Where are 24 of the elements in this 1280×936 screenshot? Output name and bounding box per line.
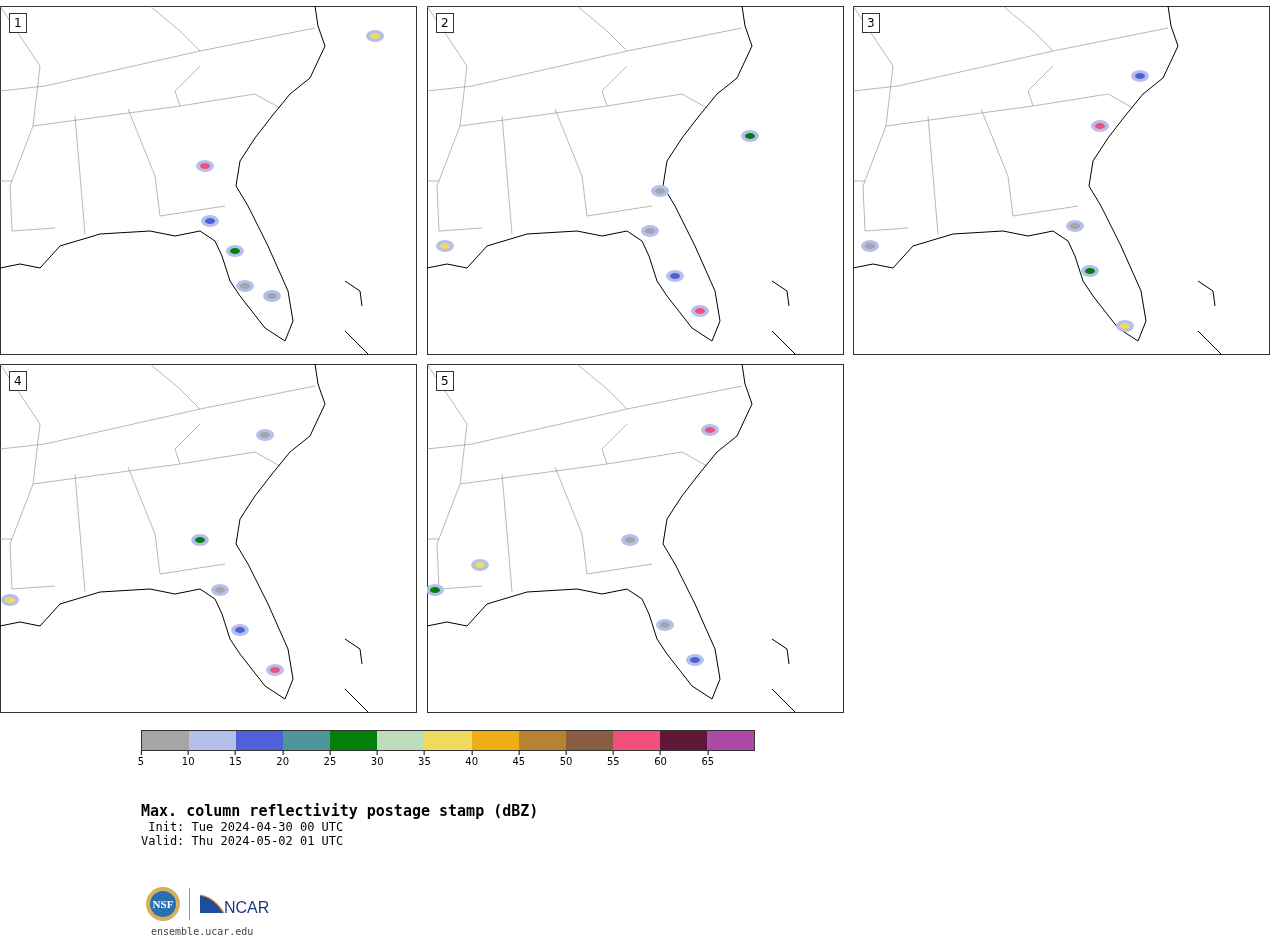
- tick-label: 15: [229, 751, 242, 768]
- tick-label: 25: [323, 751, 337, 768]
- nsf-logo: NSF: [145, 886, 181, 922]
- website-url: ensemble.ucar.edu: [151, 926, 255, 936]
- init-time: Init: Tue 2024-04-30 00 UTC: [147, 820, 345, 834]
- tick-label: 55: [607, 751, 620, 768]
- panel-number: 3: [862, 13, 880, 33]
- chart-title: Max. column reflectivity postage stamp (dBZ): [141, 802, 540, 820]
- tick-label: 30: [370, 751, 384, 768]
- panel-number: 4: [9, 371, 27, 391]
- tick-label: 35: [418, 751, 431, 768]
- valid-time: Valid: Thu 2024-05-02 01 UTC: [141, 834, 345, 848]
- tick-label: 45: [512, 751, 526, 768]
- tick-label: 65: [701, 751, 715, 768]
- tick-label: 20: [276, 751, 290, 768]
- ncar-logo: NCAR: [198, 893, 272, 915]
- panel-number: 2: [436, 13, 454, 33]
- tick-label: 60: [654, 751, 667, 768]
- tick-label: 40: [465, 751, 478, 768]
- tick-label: 10: [181, 751, 195, 768]
- tick-label: 50: [559, 751, 573, 768]
- tick-label: 5: [137, 751, 145, 768]
- panel-number: 1: [9, 13, 27, 33]
- panel-number: 5: [436, 371, 454, 391]
